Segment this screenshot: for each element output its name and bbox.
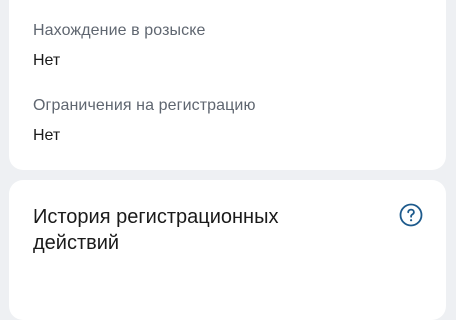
- registration-history-card[interactable]: История регистрационных действий: [9, 180, 446, 320]
- info-card: Нахождение в розыске Нет Ограничения на …: [9, 0, 446, 170]
- restrictions-value: Нет: [33, 127, 61, 144]
- wanted-label: Нахождение в розыске: [33, 22, 206, 39]
- question-circle-icon[interactable]: [399, 203, 423, 227]
- wanted-value: Нет: [33, 52, 61, 69]
- section-title: История регистрационных действий: [33, 206, 279, 254]
- restrictions-label: Ограничения на регистрацию: [33, 97, 256, 114]
